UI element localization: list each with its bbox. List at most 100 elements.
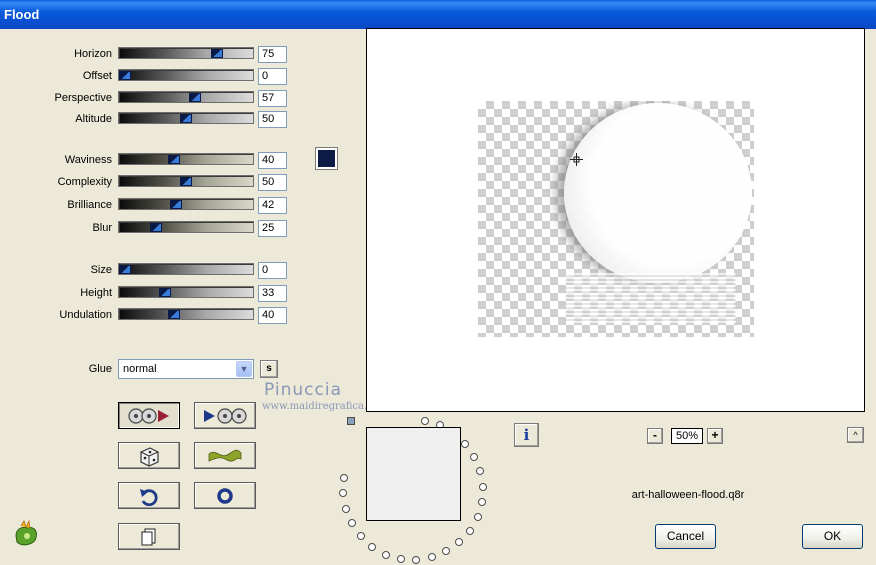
waviness-value-field[interactable]: 40 — [258, 152, 287, 169]
chevron-down-icon[interactable]: ▼ — [236, 361, 252, 377]
transparency-checkerboard — [478, 101, 754, 337]
undo-button[interactable] — [118, 482, 180, 509]
size-slider-thumb[interactable] — [119, 265, 131, 274]
offset-slider-thumb[interactable] — [119, 71, 131, 80]
film-reel-to-arrow-icon — [128, 407, 169, 424]
glue-select[interactable]: normal ▼ — [118, 359, 254, 379]
glue-s-button[interactable]: s — [260, 360, 278, 378]
brilliance-slider-thumb[interactable] — [170, 200, 182, 209]
random-button[interactable] — [118, 442, 180, 469]
navigator-dot[interactable] — [382, 551, 390, 559]
navigator-dot[interactable] — [461, 440, 469, 448]
preset-load-button[interactable] — [194, 402, 256, 429]
dice-icon — [140, 446, 159, 467]
blur-label: Blur — [92, 222, 112, 234]
perspective-label: Perspective — [54, 92, 112, 104]
waviness-label: Waviness — [64, 154, 112, 166]
complexity-label: Complexity — [57, 176, 112, 188]
altitude-slider-thumb[interactable] — [180, 114, 192, 123]
preset-filename: art-halloween-flood.q8r — [631, 489, 745, 501]
info-button[interactable]: i — [514, 423, 539, 447]
navigator-thumbnail[interactable] — [366, 427, 461, 521]
wave-icon — [208, 449, 242, 462]
horizon-slider[interactable] — [118, 47, 254, 59]
navigator-handle[interactable] — [347, 417, 355, 425]
cancel-button[interactable]: Cancel — [655, 524, 716, 549]
height-slider[interactable] — [118, 286, 254, 298]
navigator-dot[interactable] — [348, 519, 356, 527]
undo-arrow-icon — [140, 488, 158, 506]
waviness-slider-thumb[interactable] — [168, 155, 180, 164]
ok-button[interactable]: OK — [802, 524, 863, 549]
navigator-dot[interactable] — [428, 553, 436, 561]
navigator-dot[interactable] — [412, 556, 420, 564]
app-logo-icon — [15, 520, 37, 546]
collapse-preview-button[interactable]: ^ — [847, 427, 864, 443]
brilliance-slider[interactable] — [118, 198, 254, 210]
size-label: Size — [90, 264, 112, 276]
navigator-dot[interactable] — [478, 498, 486, 506]
offset-value-field[interactable]: 0 — [258, 68, 287, 85]
window-title: Flood — [0, 0, 876, 29]
navigator-dot[interactable] — [479, 483, 487, 491]
undulation-slider[interactable] — [118, 308, 254, 320]
preview-image-moon — [564, 103, 752, 283]
arrow-to-film-reel-icon — [204, 407, 247, 424]
navigator-dot[interactable] — [442, 547, 450, 555]
navigator-dot[interactable] — [476, 467, 484, 475]
complexity-slider[interactable] — [118, 175, 254, 187]
reset-button[interactable] — [194, 482, 256, 509]
zoom-level: 50% — [671, 428, 703, 444]
water-color-swatch[interactable] — [315, 147, 338, 170]
navigator-dot[interactable] — [368, 543, 376, 551]
size-slider[interactable] — [118, 263, 254, 275]
height-slider-thumb[interactable] — [159, 288, 171, 297]
blur-value-field[interactable]: 25 — [258, 220, 287, 237]
blur-slider[interactable] — [118, 221, 254, 233]
size-value-field[interactable]: 0 — [258, 262, 287, 279]
navigator-dot[interactable] — [339, 489, 347, 497]
navigator-dot[interactable] — [342, 505, 350, 513]
undulation-value-field[interactable]: 40 — [258, 307, 287, 324]
altitude-value-field[interactable]: 50 — [258, 111, 287, 128]
altitude-label: Altitude — [75, 113, 112, 125]
horizon-value-field[interactable]: 75 — [258, 46, 287, 63]
copy-button[interactable] — [118, 523, 180, 550]
zoom-in-button[interactable]: + — [707, 428, 723, 444]
document-copy-icon — [141, 528, 156, 545]
glue-label: Glue — [88, 363, 112, 375]
preset-apply-button[interactable] — [118, 402, 180, 429]
navigator-dot[interactable] — [340, 474, 348, 482]
zoom-out-button[interactable]: - — [647, 428, 663, 444]
perspective-slider[interactable] — [118, 91, 254, 103]
horizon-slider-thumb[interactable] — [211, 49, 223, 58]
undulation-label: Undulation — [59, 309, 112, 321]
height-value-field[interactable]: 33 — [258, 285, 287, 302]
height-label: Height — [80, 287, 112, 299]
ring-icon — [217, 487, 233, 504]
offset-slider[interactable] — [118, 69, 254, 81]
preview-image-reflection — [566, 273, 736, 323]
brilliance-value-field[interactable]: 42 — [258, 197, 287, 214]
blur-slider-thumb[interactable] — [150, 223, 162, 232]
navigator-dot[interactable] — [474, 513, 482, 521]
preview-canvas[interactable] — [366, 28, 865, 412]
perspective-value-field[interactable]: 57 — [258, 90, 287, 107]
navigator-dot[interactable] — [397, 555, 405, 563]
brilliance-label: Brilliance — [67, 199, 112, 211]
altitude-slider[interactable] — [118, 112, 254, 124]
navigator-dot[interactable] — [421, 417, 429, 425]
navigator-dot[interactable] — [455, 538, 463, 546]
wave-button[interactable] — [194, 442, 256, 469]
navigator-dot[interactable] — [470, 453, 478, 461]
undulation-slider-thumb[interactable] — [168, 310, 180, 319]
complexity-slider-thumb[interactable] — [180, 177, 192, 186]
waviness-slider[interactable] — [118, 153, 254, 165]
offset-label: Offset — [82, 70, 112, 82]
navigator-dot[interactable] — [357, 532, 365, 540]
perspective-slider-thumb[interactable] — [189, 93, 201, 102]
watermark-url: www.maidiregrafica.eu — [262, 401, 380, 412]
complexity-value-field[interactable]: 50 — [258, 174, 287, 191]
crosshair-icon[interactable] — [570, 153, 583, 166]
navigator-dot[interactable] — [466, 527, 474, 535]
